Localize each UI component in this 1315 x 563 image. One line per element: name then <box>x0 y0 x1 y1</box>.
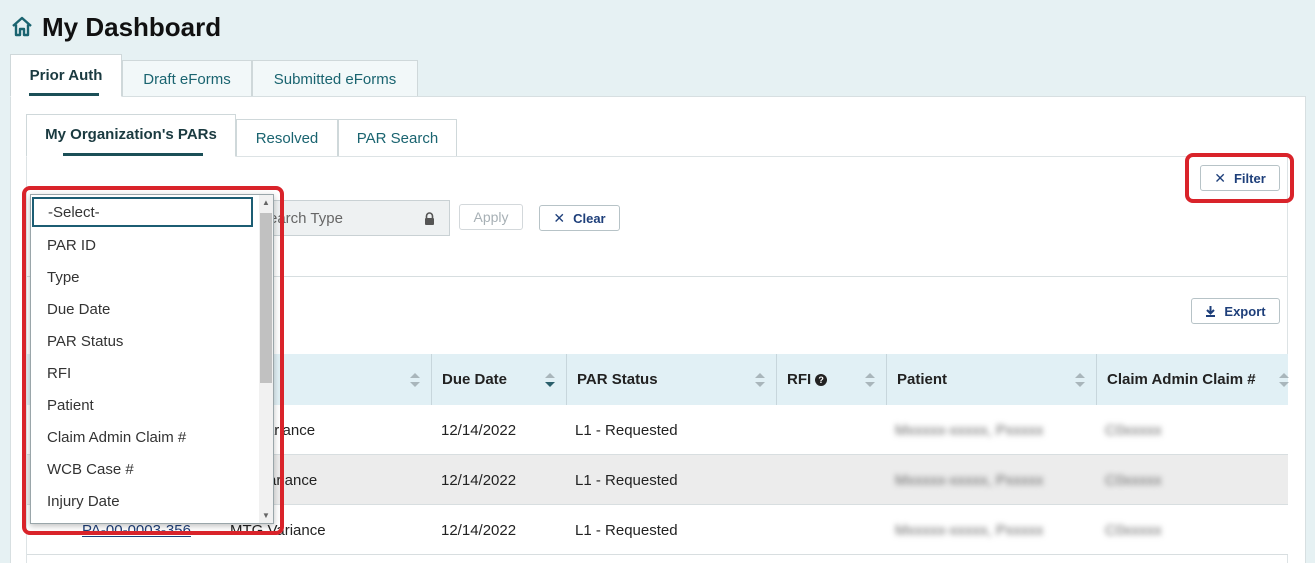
tab-label: Draft eForms <box>143 70 231 88</box>
type-cell: ariance <box>268 471 318 489</box>
due-date-cell: 12/14/2022 <box>441 521 517 539</box>
sort-desc-icon <box>545 373 555 387</box>
sort-icon <box>865 373 875 387</box>
dropdown-scrollbar[interactable]: ▲ ▼ <box>259 195 273 523</box>
sort-icon <box>1279 373 1289 387</box>
scrollbar-thumb[interactable] <box>260 213 272 383</box>
dropdown-option-due-date[interactable]: Due Date <box>31 293 257 325</box>
tab-draft-eforms[interactable]: Draft eForms <box>122 60 252 97</box>
sub-tab-par-search[interactable]: PAR Search <box>338 119 457 157</box>
search-field-dropdown[interactable]: -Select- PAR ID Type Due Date PAR Status… <box>30 194 274 524</box>
claim-cell: C0xxxxx <box>1105 521 1162 539</box>
close-icon: ✕ <box>1214 169 1226 186</box>
download-icon <box>1206 306 1216 317</box>
dropdown-option-par-status[interactable]: PAR Status <box>31 325 257 357</box>
sort-icon <box>410 373 420 387</box>
status-cell: L1 - Requested <box>575 521 678 539</box>
dropdown-option-injury-date[interactable]: Injury Date <box>31 485 257 517</box>
export-button[interactable]: Export <box>1191 298 1280 324</box>
dropdown-option-claim-admin-claim[interactable]: Claim Admin Claim # <box>31 421 257 453</box>
patient-cell: Mxxxxx-xxxxx, Pxxxxx <box>895 421 1044 439</box>
due-date-cell: 12/14/2022 <box>441 421 517 439</box>
column-label: Patient <box>897 371 948 388</box>
active-sub-tab-indicator <box>63 153 203 156</box>
tab-label: Submitted eForms <box>273 70 397 88</box>
search-type-value: earch Type <box>269 209 343 227</box>
claim-cell: C0xxxxx <box>1105 421 1162 439</box>
column-label: RFI <box>787 371 812 388</box>
clear-button[interactable]: ✕ Clear <box>539 205 620 231</box>
sub-tab-label: PAR Search <box>356 130 439 147</box>
column-header-rfi[interactable]: RFI ? <box>777 354 887 405</box>
sub-tab-label: My Organization's PARs <box>45 126 217 143</box>
column-header-patient[interactable]: Patient <box>887 354 1097 405</box>
help-icon[interactable]: ? <box>815 373 828 386</box>
claim-cell: C0xxxxx <box>1105 471 1162 489</box>
status-cell: L1 - Requested <box>575 421 678 439</box>
dropdown-option-select[interactable]: -Select- <box>32 197 253 227</box>
page-header: My Dashboard <box>10 10 221 44</box>
sub-tab-label: Resolved <box>255 130 319 147</box>
sub-tab-my-org-pars[interactable]: My Organization's PARs <box>26 114 236 157</box>
scroll-down-arrow-icon[interactable]: ▼ <box>262 511 270 520</box>
tab-submitted-eforms[interactable]: Submitted eForms <box>252 60 418 97</box>
dropdown-option-type[interactable]: Type <box>31 261 257 293</box>
tab-label: Prior Auth <box>29 67 103 84</box>
tab-prior-auth[interactable]: Prior Auth <box>10 54 122 97</box>
sort-icon <box>755 373 765 387</box>
export-label: Export <box>1224 303 1266 319</box>
column-label: Due Date <box>442 371 508 388</box>
sub-tab-resolved[interactable]: Resolved <box>236 119 338 157</box>
status-cell: L1 - Requested <box>575 471 678 489</box>
patient-cell: Mxxxxx-xxxxx, Pxxxxx <box>895 471 1044 489</box>
close-icon: ✕ <box>553 209 566 226</box>
patient-cell: Mxxxxx-xxxxx, Pxxxxx <box>895 521 1044 539</box>
page-title: My Dashboard <box>42 11 222 42</box>
lock-icon <box>425 212 434 225</box>
column-header-par-status[interactable]: PAR Status <box>567 354 777 405</box>
dropdown-option-par-id[interactable]: PAR ID <box>31 229 257 261</box>
column-header-claim[interactable]: Claim Admin Claim # <box>1097 354 1289 405</box>
sort-icon <box>1075 373 1085 387</box>
clear-label: Clear <box>573 210 606 226</box>
dropdown-option-wcb-case[interactable]: WCB Case # <box>31 453 257 485</box>
due-date-cell: 12/14/2022 <box>441 471 517 489</box>
apply-label: Apply <box>473 209 509 225</box>
scroll-up-arrow-icon[interactable]: ▲ <box>262 198 270 207</box>
dropdown-option-patient[interactable]: Patient <box>31 389 257 421</box>
apply-button[interactable]: Apply <box>459 204 523 230</box>
column-label: PAR Status <box>577 371 658 388</box>
active-tab-indicator <box>29 93 99 96</box>
filter-label: Filter <box>1233 170 1266 186</box>
column-label: Claim Admin Claim # <box>1107 371 1256 388</box>
search-type-field[interactable]: earch Type <box>260 200 450 236</box>
home-icon[interactable] <box>10 15 34 39</box>
filter-button[interactable]: ✕ Filter <box>1200 165 1280 191</box>
column-header-due-date[interactable]: Due Date <box>432 354 567 405</box>
dropdown-option-rfi[interactable]: RFI <box>31 357 257 389</box>
